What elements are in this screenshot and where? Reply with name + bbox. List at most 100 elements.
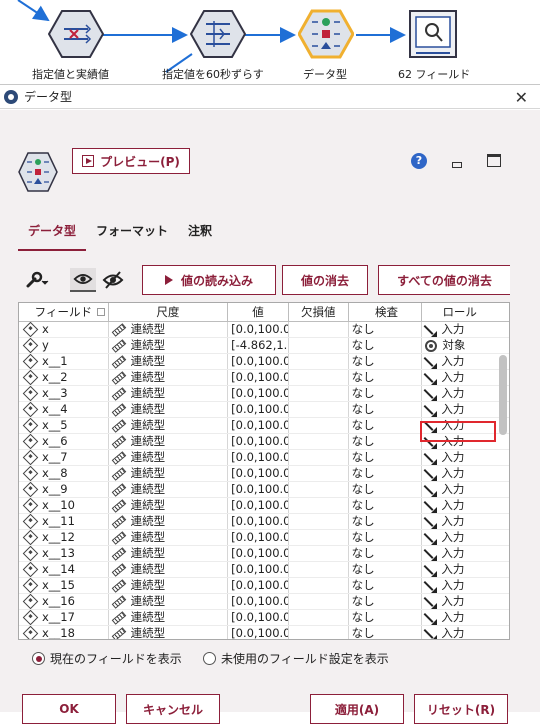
missing-cell[interactable]	[289, 386, 349, 401]
role-cell[interactable]: 入力	[422, 594, 497, 609]
check-cell[interactable]: なし	[349, 498, 423, 513]
field-cell[interactable]: x__9	[19, 482, 109, 497]
column-header-scale[interactable]: 尺度	[109, 303, 229, 321]
reset-button[interactable]: リセット(R)	[414, 694, 508, 724]
missing-cell[interactable]	[289, 578, 349, 593]
field-cell[interactable]: x__2	[19, 370, 109, 385]
table-row[interactable]: x__13 連続型 [0.0,100.0] なし 入力	[19, 546, 509, 562]
role-cell[interactable]: 入力	[422, 370, 497, 385]
read-values-button[interactable]: 値の読み込み	[142, 265, 276, 295]
wrench-menu-icon[interactable]	[24, 270, 50, 290]
missing-cell[interactable]	[289, 466, 349, 481]
check-cell[interactable]: なし	[349, 562, 423, 577]
value-cell[interactable]: [0.0,100.0]	[228, 370, 289, 385]
field-cell[interactable]: x__17	[19, 610, 109, 625]
role-cell[interactable]: 入力	[422, 418, 497, 433]
role-cell[interactable]: 入力	[422, 386, 497, 401]
column-header-check[interactable]: 検査	[349, 303, 423, 321]
missing-cell[interactable]	[289, 450, 349, 465]
scale-cell[interactable]: 連続型	[109, 498, 229, 513]
time-shift-node-icon[interactable]	[190, 9, 246, 59]
radio-show-current-fields[interactable]: 現在のフィールドを表示	[32, 650, 182, 667]
table-row[interactable]: y 連続型 [-4.862,1... なし 対象	[19, 338, 509, 354]
radio-show-unused-fields[interactable]: 未使用のフィールド設定を表示	[203, 650, 389, 667]
value-cell[interactable]: [0.0,100.0]	[228, 386, 289, 401]
radio-button[interactable]	[203, 652, 216, 665]
missing-cell[interactable]	[289, 530, 349, 545]
table-row[interactable]: x__16 連続型 [0.0,100.0] なし 入力	[19, 594, 509, 610]
minimize-icon[interactable]	[452, 162, 462, 168]
eye-off-icon[interactable]	[100, 268, 126, 292]
value-cell[interactable]: [0.0,100.0]	[228, 418, 289, 433]
check-cell[interactable]: なし	[349, 578, 423, 593]
value-cell[interactable]: [0.0,100.0]	[228, 434, 289, 449]
help-icon[interactable]: ?	[411, 153, 427, 169]
check-cell[interactable]: なし	[349, 482, 423, 497]
role-cell[interactable]: 入力	[422, 322, 497, 337]
role-cell[interactable]: 入力	[422, 354, 497, 369]
scale-cell[interactable]: 連続型	[109, 370, 229, 385]
field-cell[interactable]: x__15	[19, 578, 109, 593]
value-cell[interactable]: [0.0,100.0]	[228, 450, 289, 465]
missing-cell[interactable]	[289, 338, 349, 353]
check-cell[interactable]: なし	[349, 386, 423, 401]
scale-cell[interactable]: 連続型	[109, 626, 229, 639]
missing-cell[interactable]	[289, 370, 349, 385]
sort-icon[interactable]	[96, 308, 105, 316]
value-cell[interactable]: [-4.862,1...	[228, 338, 289, 353]
table-row[interactable]: x__18 連続型 [0.0,100.0] なし 入力	[19, 626, 509, 639]
scale-cell[interactable]: 連続型	[109, 418, 229, 433]
preview-button[interactable]: プレビュー(P)	[72, 148, 190, 174]
field-cell[interactable]: x__3	[19, 386, 109, 401]
field-cell[interactable]: x__6	[19, 434, 109, 449]
table-row[interactable]: x__3 連続型 [0.0,100.0] なし 入力	[19, 386, 509, 402]
scale-cell[interactable]: 連続型	[109, 402, 229, 417]
check-cell[interactable]: なし	[349, 322, 423, 337]
value-cell[interactable]: [0.0,100.0]	[228, 482, 289, 497]
value-cell[interactable]: [0.0,100.0]	[228, 514, 289, 529]
check-cell[interactable]: なし	[349, 466, 423, 481]
clear-all-values-button[interactable]: すべての値の消去	[378, 265, 510, 295]
field-cell[interactable]: x__8	[19, 466, 109, 481]
table-row[interactable]: x__10 連続型 [0.0,100.0] なし 入力	[19, 498, 509, 514]
table-row[interactable]: x__1 連続型 [0.0,100.0] なし 入力	[19, 354, 509, 370]
value-cell[interactable]: [0.0,100.0]	[228, 594, 289, 609]
missing-cell[interactable]	[289, 322, 349, 337]
scale-cell[interactable]: 連続型	[109, 482, 229, 497]
tab-type[interactable]: データ型	[18, 218, 87, 251]
field-cell[interactable]: x__11	[19, 514, 109, 529]
apply-button[interactable]: 適用(A)	[310, 694, 404, 724]
missing-cell[interactable]	[289, 498, 349, 513]
field-cell[interactable]: x__10	[19, 498, 109, 513]
clear-values-button[interactable]: 値の消去	[282, 265, 368, 295]
table-row[interactable]: x__14 連続型 [0.0,100.0] なし 入力	[19, 562, 509, 578]
check-cell[interactable]: なし	[349, 514, 423, 529]
field-cell[interactable]: x__13	[19, 546, 109, 561]
table-output-node-icon[interactable]	[406, 9, 462, 59]
role-cell[interactable]: 入力	[422, 450, 497, 465]
vertical-scrollbar[interactable]	[499, 325, 507, 637]
missing-cell[interactable]	[289, 626, 349, 639]
value-cell[interactable]: [0.0,100.0]	[228, 498, 289, 513]
table-row[interactable]: x 連続型 [0.0,100.0] なし 入力	[19, 322, 509, 338]
table-row[interactable]: x__12 連続型 [0.0,100.0] なし 入力	[19, 530, 509, 546]
scale-cell[interactable]: 連続型	[109, 450, 229, 465]
check-cell[interactable]: なし	[349, 370, 423, 385]
missing-cell[interactable]	[289, 562, 349, 577]
role-cell[interactable]: 入力	[422, 610, 497, 625]
check-cell[interactable]: なし	[349, 338, 423, 353]
field-cell[interactable]: x__7	[19, 450, 109, 465]
scale-cell[interactable]: 連続型	[109, 322, 229, 337]
value-cell[interactable]: [0.0,100.0]	[228, 626, 289, 639]
field-cell[interactable]: x__1	[19, 354, 109, 369]
cancel-button[interactable]: キャンセル	[126, 694, 220, 724]
role-cell[interactable]: 入力	[422, 514, 497, 529]
scale-cell[interactable]: 連続型	[109, 514, 229, 529]
role-cell[interactable]: 入力	[422, 466, 497, 481]
scale-cell[interactable]: 連続型	[109, 610, 229, 625]
scale-cell[interactable]: 連続型	[109, 562, 229, 577]
tab-format[interactable]: フォーマット	[86, 218, 178, 251]
table-row[interactable]: x__11 連続型 [0.0,100.0] なし 入力	[19, 514, 509, 530]
scale-cell[interactable]: 連続型	[109, 386, 229, 401]
column-header-role[interactable]: ロール	[422, 303, 497, 321]
